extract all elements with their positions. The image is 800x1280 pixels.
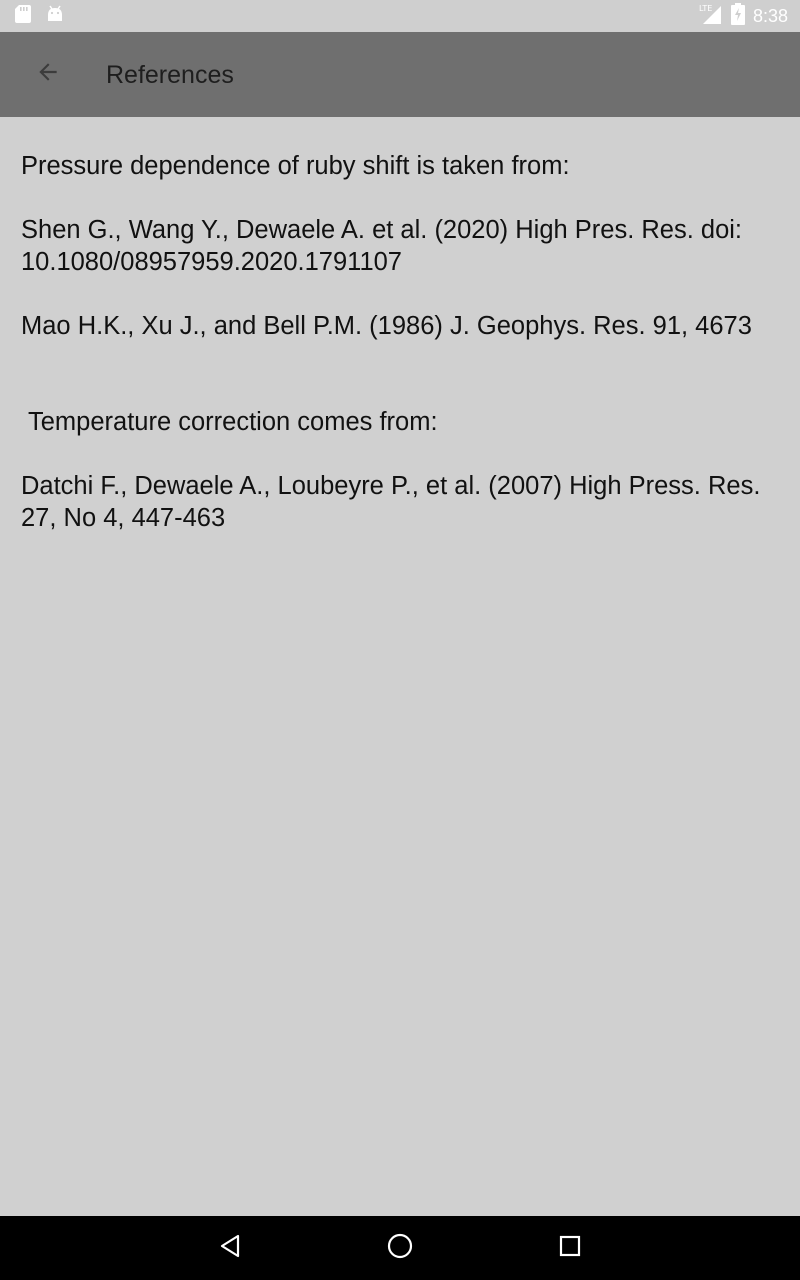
nav-home-button[interactable] <box>380 1228 420 1268</box>
status-bar: LTE 8:38 <box>0 0 800 32</box>
back-button[interactable] <box>20 46 76 102</box>
app-bar: References <box>0 32 800 117</box>
android-icon <box>46 5 64 28</box>
nav-back-icon <box>218 1233 242 1264</box>
temperature-heading: Temperature correction comes from: <box>28 408 438 436</box>
notification-icons <box>14 4 64 29</box>
references-content: Pressure dependence of ruby shift is tak… <box>21 150 786 566</box>
system-status-icons: LTE 8:38 <box>699 2 788 30</box>
nav-recents-icon <box>558 1234 582 1263</box>
nav-recents-button[interactable] <box>550 1228 590 1268</box>
reference-mao: Mao H.K., Xu J., and Bell P.M. (1986) J.… <box>21 312 752 340</box>
reference-shen: Shen G., Wang Y., Dewaele A. et al. (202… <box>21 216 742 276</box>
battery-charging-icon <box>730 2 745 30</box>
nav-home-icon <box>386 1232 414 1265</box>
status-time: 8:38 <box>752 5 788 26</box>
page-title: References <box>106 61 234 89</box>
sd-card-icon <box>14 4 32 29</box>
nav-back-button[interactable] <box>210 1228 250 1268</box>
navigation-bar <box>0 1216 800 1280</box>
reference-datchi: Datchi F., Dewaele A., Loubeyre P., et a… <box>21 472 761 532</box>
arrow-back-icon <box>35 59 61 90</box>
pressure-heading: Pressure dependence of ruby shift is tak… <box>21 152 570 180</box>
lte-signal-icon: LTE <box>699 3 723 30</box>
svg-text:LTE: LTE <box>699 4 712 13</box>
